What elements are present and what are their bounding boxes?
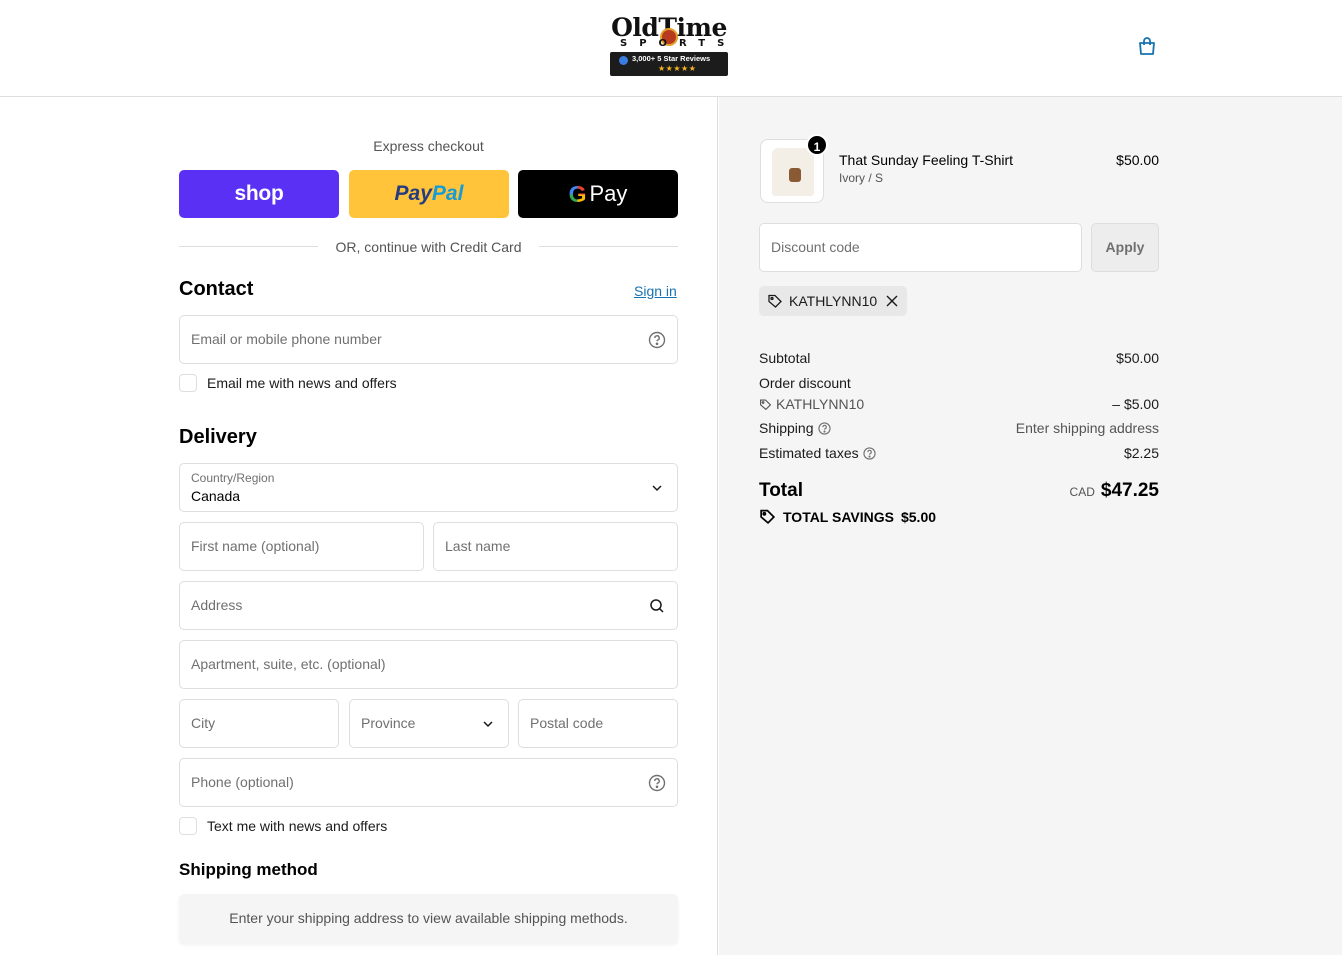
quantity-badge: 1: [806, 134, 828, 156]
subtotal-label: Subtotal: [759, 350, 811, 366]
help-icon[interactable]: [648, 774, 666, 792]
express-checkout-label: Express checkout: [373, 138, 484, 154]
delivery-heading: Delivery: [179, 426, 257, 448]
reviews-badge: 3,000+ 5 Star Reviews ★★★★★: [610, 52, 728, 76]
apartment-field[interactable]: Apartment, suite, etc. (optional): [179, 640, 678, 689]
applied-discount-chip: KATHLYNN10: [759, 286, 908, 316]
city-placeholder: City: [191, 715, 216, 731]
help-icon[interactable]: [862, 447, 876, 460]
chevron-down-icon: [479, 715, 497, 733]
tshirt-print: [789, 168, 801, 182]
province-placeholder: Province: [361, 715, 416, 731]
email-news-checkbox-row[interactable]: Email me with news and offers: [179, 374, 397, 392]
email-news-checkbox[interactable]: [179, 374, 197, 392]
remove-code-icon[interactable]: [885, 294, 899, 308]
shipping-label: Shipping: [759, 420, 814, 436]
address-placeholder: Address: [191, 597, 243, 613]
apartment-placeholder: Apartment, suite, etc. (optional): [191, 656, 386, 672]
postal-code-placeholder: Postal code: [530, 715, 604, 731]
total-label: Total: [759, 480, 803, 501]
tag-icon: [768, 294, 782, 308]
verified-check-icon: [619, 56, 628, 65]
order-discount-code: KATHLYNN10: [776, 396, 865, 412]
logo-subtitle: SPORTS: [620, 38, 737, 49]
subtotal-value: $50.00: [1116, 350, 1159, 366]
google-pay-button[interactable]: G Pay: [518, 170, 678, 218]
order-discount-label: Order discount: [759, 375, 851, 391]
text-news-label: Text me with news and offers: [207, 818, 388, 834]
discount-code-field[interactable]: Discount code: [759, 223, 1082, 272]
last-name-placeholder: Last name: [445, 538, 511, 554]
shopping-bag-icon: [1139, 37, 1155, 55]
reviews-text: 3,000+ 5 Star Reviews: [632, 54, 711, 63]
address-field[interactable]: Address: [179, 581, 678, 630]
country-select[interactable]: Country/Region Canada: [179, 463, 678, 512]
divider-text: OR, continue with Credit Card: [323, 239, 534, 255]
email-field[interactable]: Email or mobile phone number: [179, 315, 678, 364]
email-news-label: Email me with news and offers: [207, 375, 397, 391]
help-icon[interactable]: [817, 422, 831, 435]
order-discount-value: – $5.00: [1112, 396, 1159, 412]
contact-heading: Contact: [179, 278, 254, 300]
product-variant: Ivory / S: [839, 171, 884, 185]
postal-code-field[interactable]: Postal code: [518, 699, 678, 748]
city-field[interactable]: City: [179, 699, 339, 748]
shipping-method-heading: Shipping method: [179, 860, 318, 879]
order-summary: 1 That Sunday Feeling T-Shirt Ivory / S …: [719, 97, 1342, 955]
shop-pay-button[interactable]: shop: [179, 170, 339, 218]
savings-tag-icon: [760, 509, 776, 525]
applied-code-text: KATHLYNN10: [789, 293, 878, 309]
shop-pay-label: shop: [234, 182, 284, 205]
cart-button[interactable]: [1136, 35, 1158, 57]
last-name-field[interactable]: Last name: [433, 522, 678, 571]
total-savings: TOTAL SAVINGS $5.00: [759, 508, 936, 525]
tag-icon: [760, 399, 772, 411]
paypal-label-pal: Pal: [431, 182, 464, 205]
taxes-label: Estimated taxes: [759, 445, 859, 461]
total-amount: CAD $47.25: [1070, 480, 1159, 502]
shipping-method-message: Enter your shipping address to view avai…: [179, 894, 678, 943]
apply-discount-button[interactable]: Apply: [1091, 223, 1159, 272]
total-value: $47.25: [1100, 480, 1159, 501]
store-logo[interactable]: OldTime SPORTS 3,000+ 5 Star Reviews ★★★…: [610, 14, 728, 76]
search-icon: [648, 597, 666, 615]
google-g-icon: G: [568, 180, 587, 207]
text-news-checkbox-row[interactable]: Text me with news and offers: [179, 817, 387, 835]
phone-placeholder: Phone (optional): [191, 774, 294, 790]
savings-label: TOTAL SAVINGS: [783, 508, 894, 525]
paypal-button[interactable]: Pay Pal: [349, 170, 509, 218]
savings-value: $5.00: [900, 508, 937, 525]
text-news-checkbox[interactable]: [179, 817, 197, 835]
first-name-placeholder: First name (optional): [191, 538, 320, 554]
province-select[interactable]: Province: [349, 699, 509, 748]
paypal-label-pay: Pay: [394, 182, 432, 205]
email-placeholder: Email or mobile phone number: [191, 331, 382, 347]
product-price: $50.00: [1116, 152, 1159, 168]
phone-field[interactable]: Phone (optional): [179, 758, 678, 807]
stars-icon: ★★★★★: [658, 64, 697, 73]
country-value: Canada: [191, 488, 241, 504]
taxes-value: $2.25: [1123, 445, 1159, 461]
help-icon[interactable]: [648, 331, 666, 349]
product-name: That Sunday Feeling T-Shirt: [839, 152, 1014, 168]
checkout-form: Express checkout shop Pay Pal G Pay OR, c…: [0, 97, 718, 955]
google-pay-label: Pay: [589, 181, 628, 206]
total-currency: CAD: [1069, 485, 1095, 499]
shipping-value: Enter shipping address: [1015, 420, 1159, 436]
header: OldTime SPORTS 3,000+ 5 Star Reviews ★★★…: [0, 0, 1342, 97]
discount-code-placeholder: Discount code: [771, 239, 860, 255]
sign-in-link[interactable]: Sign in: [634, 283, 677, 299]
first-name-field[interactable]: First name (optional): [179, 522, 424, 571]
or-divider: OR, continue with Credit Card: [179, 238, 678, 256]
country-label: Country/Region: [191, 471, 275, 485]
chevron-down-icon: [648, 479, 666, 497]
